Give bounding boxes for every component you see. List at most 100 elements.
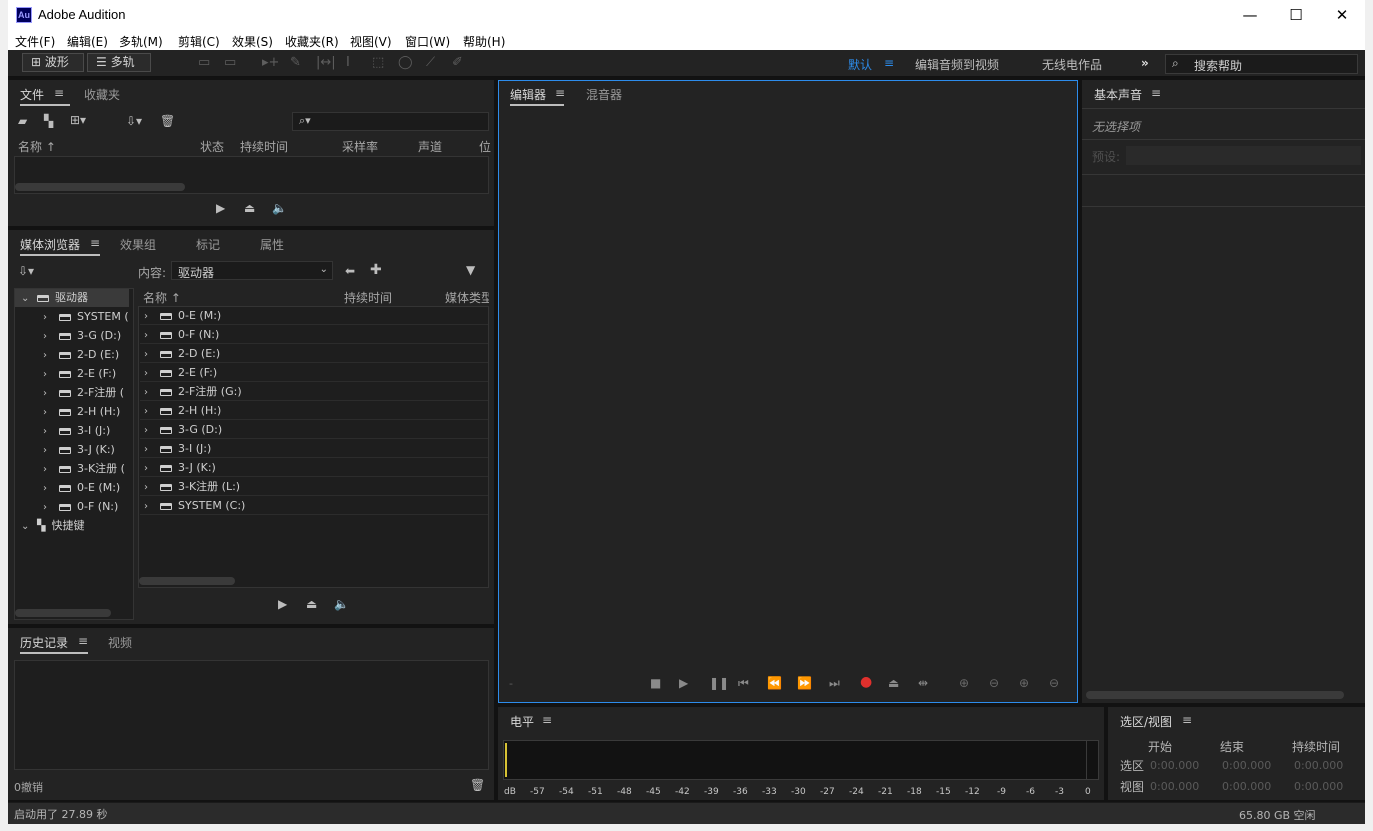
workspace-radio-production[interactable]: 无线电作品	[1042, 56, 1102, 73]
tree-item[interactable]: › 2-E (F:)	[43, 365, 116, 383]
multitrack-view-button[interactable]: ☰ 多轨	[87, 53, 151, 72]
tab-files[interactable]: 文件	[20, 86, 44, 103]
files-list[interactable]	[14, 156, 489, 194]
menu-multitrack[interactable]: 多轨(M)	[119, 33, 163, 50]
tab-media-browser[interactable]: 媒体浏览器	[20, 236, 80, 253]
stop-icon[interactable]: ■	[650, 676, 661, 690]
editor-panel-menu-icon[interactable]: ≡	[555, 86, 565, 100]
list-item[interactable]: › 3-J (K:)	[140, 458, 488, 477]
menu-favorites[interactable]: 收藏夹(R)	[285, 33, 339, 50]
tree-root-drives[interactable]: ⌄ 驱动器	[21, 289, 88, 307]
selection-start[interactable]: 0:00.000	[1150, 759, 1199, 772]
spectral-pitch-icon[interactable]: ▭	[224, 55, 236, 70]
view-end[interactable]: 0:00.000	[1222, 780, 1271, 793]
tree-item[interactable]: › 0-F (N:)	[43, 498, 118, 516]
history-list[interactable]	[14, 660, 489, 770]
preset-dropdown[interactable]	[1126, 146, 1361, 165]
skip-selection-icon[interactable]: ⇹	[918, 676, 928, 690]
history-panel-menu-icon[interactable]: ≡	[78, 634, 88, 648]
zoom-out-time-icon[interactable]: ⊖	[1049, 676, 1059, 690]
loop-playback-icon[interactable]: ⏏	[888, 676, 899, 690]
play-icon[interactable]: ▶	[278, 597, 287, 611]
zoom-out-amplitude-icon[interactable]: ⊖	[989, 676, 999, 690]
col-sample-rate[interactable]: 采样率	[342, 138, 378, 155]
selection-view-menu-icon[interactable]: ≡	[1182, 713, 1192, 727]
files-search-input[interactable]: ⌕▾	[292, 112, 489, 131]
delete-history-icon[interactable]: 🗑	[470, 778, 485, 792]
pause-icon[interactable]: ❚❚	[709, 676, 729, 690]
files-scrollbar[interactable]	[15, 183, 185, 191]
workspace-edit-audio-to-video[interactable]: 编辑音频到视频	[915, 56, 999, 73]
tab-properties[interactable]: 属性	[260, 236, 284, 253]
tree-item[interactable]: › 3-J (K:)	[43, 441, 115, 459]
col-name[interactable]: 名称 ↑	[18, 138, 56, 155]
tab-favorites[interactable]: 收藏夹	[84, 86, 120, 103]
menu-clip[interactable]: 剪辑(C)	[178, 33, 220, 50]
search-help-input[interactable]: ⌕ 搜索帮助	[1165, 54, 1358, 74]
menu-file[interactable]: 文件(F)	[15, 33, 55, 50]
delete-icon[interactable]: 🗑	[160, 114, 175, 128]
fast-forward-icon[interactable]: ⏩	[797, 676, 812, 690]
play-icon[interactable]: ▶	[216, 201, 225, 215]
col-media-type[interactable]: 媒体类型	[445, 289, 489, 306]
selection-duration[interactable]: 0:00.000	[1294, 759, 1343, 772]
tree-item[interactable]: › SYSTEM (	[43, 308, 129, 326]
list-item[interactable]: › 2-E (F:)	[140, 363, 488, 382]
tree-item[interactable]: › 3-G (D:)	[43, 327, 121, 345]
import-file-icon[interactable]: ▚	[44, 114, 53, 128]
razor-tool-icon[interactable]: ✎	[290, 55, 301, 70]
list-item[interactable]: › 2-D (E:)	[140, 344, 488, 363]
list-item[interactable]: › 3-G (D:)	[140, 420, 488, 439]
rewind-icon[interactable]: ⏪	[767, 676, 782, 690]
autoplay-icon[interactable]: 🔈	[272, 201, 287, 215]
play-icon[interactable]: ▶	[679, 676, 688, 690]
list-item[interactable]: › 3-I (J:)	[140, 439, 488, 458]
tab-editor[interactable]: 编辑器	[510, 86, 546, 103]
tree-item[interactable]: › 2-F注册 (	[43, 384, 124, 402]
filter-icon[interactable]: ▼	[466, 263, 475, 277]
workspace-default[interactable]: 默认	[848, 56, 872, 73]
time-selection-tool-icon[interactable]: I	[346, 55, 350, 70]
menu-help[interactable]: 帮助(H)	[463, 33, 505, 50]
tab-video[interactable]: 视频	[108, 634, 132, 651]
spectral-frequency-icon[interactable]: ▭	[198, 55, 210, 70]
tree-item-shortcuts[interactable]: ⌄ ▚ 快捷键	[21, 517, 84, 535]
brush-tool-icon[interactable]: ⟋	[426, 55, 435, 70]
col-bit[interactable]: 位	[479, 138, 491, 155]
tab-history[interactable]: 历史记录	[20, 634, 68, 651]
workspace-menu-icon[interactable]: ≡	[884, 56, 894, 70]
insert-into-multitrack-icon[interactable]: ⇩▾	[126, 114, 142, 128]
menu-window[interactable]: 窗口(W)	[405, 33, 450, 50]
menu-effects[interactable]: 效果(S)	[232, 33, 273, 50]
tab-effects-group[interactable]: 效果组	[120, 236, 156, 253]
essential-sound-menu-icon[interactable]: ≡	[1151, 86, 1161, 100]
tree-item[interactable]: › 2-H (H:)	[43, 403, 120, 421]
list-item[interactable]: › 2-F注册 (G:)	[140, 382, 488, 401]
spot-healing-tool-icon[interactable]: ✐	[452, 55, 463, 70]
close-button[interactable]: ✕	[1319, 0, 1365, 30]
col-duration[interactable]: 持续时间	[240, 138, 288, 155]
list-item[interactable]: › 0-E (M:)	[140, 306, 488, 325]
move-tool-icon[interactable]: ▸+	[262, 55, 279, 70]
tree-item[interactable]: › 3-K注册 (	[43, 460, 125, 478]
skip-to-start-icon[interactable]: ⏮	[738, 676, 749, 691]
export-icon[interactable]: ⏏	[244, 201, 255, 215]
files-panel-menu-icon[interactable]: ≡	[54, 86, 64, 100]
zoom-in-time-icon[interactable]: ⊕	[1019, 676, 1029, 690]
tree-item[interactable]: › 2-D (E:)	[43, 346, 119, 364]
export-icon[interactable]: ⏏	[306, 597, 317, 611]
col-name[interactable]: 名称 ↑	[143, 289, 181, 306]
new-file-icon[interactable]: ⊞▾	[70, 113, 86, 127]
waveform-view-button[interactable]: ⊞ 波形	[22, 53, 84, 72]
col-status[interactable]: 状态	[200, 138, 224, 155]
essential-sound-scrollbar[interactable]	[1086, 691, 1344, 699]
menu-edit[interactable]: 编辑(E)	[67, 33, 108, 50]
skip-to-end-icon[interactable]: ⏭	[829, 676, 840, 691]
col-channels[interactable]: 声道	[418, 138, 442, 155]
more-workspaces-icon[interactable]: »	[1141, 56, 1149, 70]
col-duration[interactable]: 持续时间	[344, 289, 392, 306]
add-shortcut-icon[interactable]: ✚	[370, 262, 382, 278]
tree-item[interactable]: › 3-I (J:)	[43, 422, 110, 440]
open-folder-icon[interactable]: ▰	[18, 114, 27, 128]
menu-view[interactable]: 视图(V)	[350, 33, 392, 50]
